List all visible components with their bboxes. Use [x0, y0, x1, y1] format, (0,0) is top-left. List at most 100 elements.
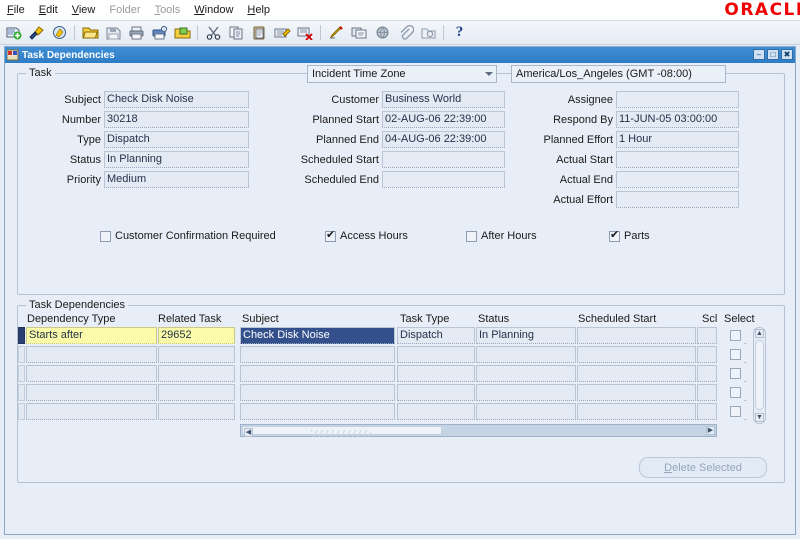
globe-icon[interactable] — [372, 22, 393, 43]
cell-subject[interactable] — [240, 346, 395, 363]
menu-window[interactable]: Window — [187, 0, 240, 20]
grid-vscroll-thumb[interactable] — [755, 340, 764, 410]
checkbox-box[interactable] — [325, 229, 336, 242]
cell-scheduled-start[interactable] — [577, 327, 696, 344]
cell-task-type[interactable] — [397, 403, 475, 420]
checkbox-box[interactable] — [100, 230, 111, 242]
cell-scheduled-start[interactable] — [577, 346, 696, 363]
delete-record-icon[interactable] — [295, 22, 316, 43]
cell-scl[interactable] — [697, 403, 717, 420]
save-icon[interactable] — [103, 22, 124, 43]
cell-related-task[interactable] — [158, 365, 235, 382]
menu-edit[interactable]: Edit — [32, 0, 65, 20]
edit-record-icon[interactable] — [272, 22, 293, 43]
cell-dependency-type[interactable] — [26, 384, 157, 401]
open-folder-icon[interactable] — [80, 22, 101, 43]
field-actual-end[interactable] — [616, 171, 739, 188]
field-status[interactable]: In Planning — [104, 151, 249, 168]
cell-scheduled-start[interactable] — [577, 403, 696, 420]
cell-subject[interactable]: Check Disk Noise — [240, 327, 395, 344]
cell-scl[interactable] — [697, 346, 717, 363]
scroll-right-arrow[interactable]: ▶ — [706, 426, 715, 435]
duplicate-record-icon[interactable] — [349, 22, 370, 43]
field-planned-end[interactable]: 04-AUG-06 22:39:00 — [382, 131, 505, 148]
checkbox-parts[interactable]: Parts — [609, 229, 650, 242]
flashlight-find-icon[interactable] — [26, 22, 47, 43]
row-select-checkbox[interactable] — [730, 368, 741, 379]
cell-task-type[interactable] — [397, 384, 475, 401]
folder-tools-icon[interactable] — [418, 22, 439, 43]
grid-vertical-scrollbar[interactable]: ▲ ▼ — [753, 327, 766, 424]
menu-file[interactable]: File — [0, 0, 32, 20]
checkbox-customer-confirmation-required[interactable]: Customer Confirmation Required — [100, 230, 276, 242]
clear-record-icon[interactable] — [326, 22, 347, 43]
cell-task-type[interactable] — [397, 346, 475, 363]
incident-time-zone-select[interactable]: Incident Time Zone — [307, 65, 497, 83]
close-button[interactable]: ✖ — [781, 49, 793, 60]
checkbox-after-hours[interactable]: After Hours — [466, 230, 537, 242]
field-planned-effort[interactable]: 1 Hour — [616, 131, 739, 148]
checkbox-box[interactable] — [466, 230, 477, 242]
cell-scl[interactable] — [697, 384, 717, 401]
cell-scl[interactable] — [697, 327, 717, 344]
window-title-bar[interactable]: Task Dependencies – □ ✖ — [5, 47, 795, 63]
cell-task-type[interactable]: Dispatch — [397, 327, 475, 344]
menu-tools[interactable]: Tools — [148, 0, 188, 20]
cell-related-task[interactable]: 29652 — [158, 327, 235, 344]
cell-related-task[interactable] — [158, 384, 235, 401]
row-select-checkbox[interactable] — [730, 406, 741, 417]
print-setup-icon[interactable] — [149, 22, 170, 43]
field-actual-start[interactable] — [616, 151, 739, 168]
field-number[interactable]: 30218 — [104, 111, 249, 128]
grid-horizontal-scrollbar[interactable]: ◀ ▶ — [240, 424, 717, 437]
field-planned-start[interactable]: 02-AUG-06 22:39:00 — [382, 111, 505, 128]
cell-task-type[interactable] — [397, 365, 475, 382]
menu-folder[interactable]: Folder — [102, 0, 147, 20]
print-icon[interactable] — [126, 22, 147, 43]
row-select-checkbox[interactable] — [730, 330, 741, 341]
cell-related-task[interactable] — [158, 403, 235, 420]
maximize-button[interactable]: □ — [767, 49, 779, 60]
row-select-checkbox[interactable] — [730, 387, 741, 398]
paste-icon[interactable] — [249, 22, 270, 43]
cell-dependency-type[interactable] — [26, 403, 157, 420]
cell-dependency-type[interactable]: Starts after — [26, 327, 157, 344]
cell-dependency-type[interactable] — [26, 365, 157, 382]
cell-subject[interactable] — [240, 384, 395, 401]
cell-status[interactable] — [476, 365, 576, 382]
export-icon[interactable] — [172, 22, 193, 43]
cell-subject[interactable] — [240, 365, 395, 382]
field-subject[interactable]: Check Disk Noise — [104, 91, 249, 108]
new-record-icon[interactable] — [3, 22, 24, 43]
field-customer[interactable]: Business World — [382, 91, 505, 108]
cell-scheduled-start[interactable] — [577, 384, 696, 401]
cell-related-task[interactable] — [158, 346, 235, 363]
field-priority[interactable]: Medium — [104, 171, 249, 188]
help-icon[interactable]: ? — [449, 22, 470, 43]
cell-subject[interactable] — [240, 403, 395, 420]
row-select-checkbox[interactable] — [730, 349, 741, 360]
scroll-up-arrow[interactable]: ▲ — [755, 329, 764, 338]
menu-view[interactable]: View — [65, 0, 103, 20]
field-type[interactable]: Dispatch — [104, 131, 249, 148]
cell-scheduled-start[interactable] — [577, 365, 696, 382]
cell-status[interactable] — [476, 346, 576, 363]
scroll-down-arrow[interactable]: ▼ — [755, 413, 764, 422]
cell-dependency-type[interactable] — [26, 346, 157, 363]
cell-status[interactable]: In Planning — [476, 327, 576, 344]
cell-status[interactable] — [476, 403, 576, 420]
checkbox-box[interactable] — [609, 229, 620, 242]
show-navigator-icon[interactable] — [49, 22, 70, 43]
field-scheduled-end[interactable] — [382, 171, 505, 188]
grid-hscroll-thumb[interactable]: ◀ — [242, 426, 442, 437]
field-respond-by[interactable]: 11-JUN-05 03:00:00 — [616, 111, 739, 128]
scroll-left-arrow[interactable]: ◀ — [244, 428, 253, 437]
cell-status[interactable] — [476, 384, 576, 401]
checkbox-access-hours[interactable]: Access Hours — [325, 229, 408, 242]
field-assignee[interactable] — [616, 91, 739, 108]
copy-icon[interactable] — [226, 22, 247, 43]
menu-help[interactable]: Help — [240, 0, 277, 20]
field-actual-effort[interactable] — [616, 191, 739, 208]
field-scheduled-start[interactable] — [382, 151, 505, 168]
cut-icon[interactable] — [203, 22, 224, 43]
